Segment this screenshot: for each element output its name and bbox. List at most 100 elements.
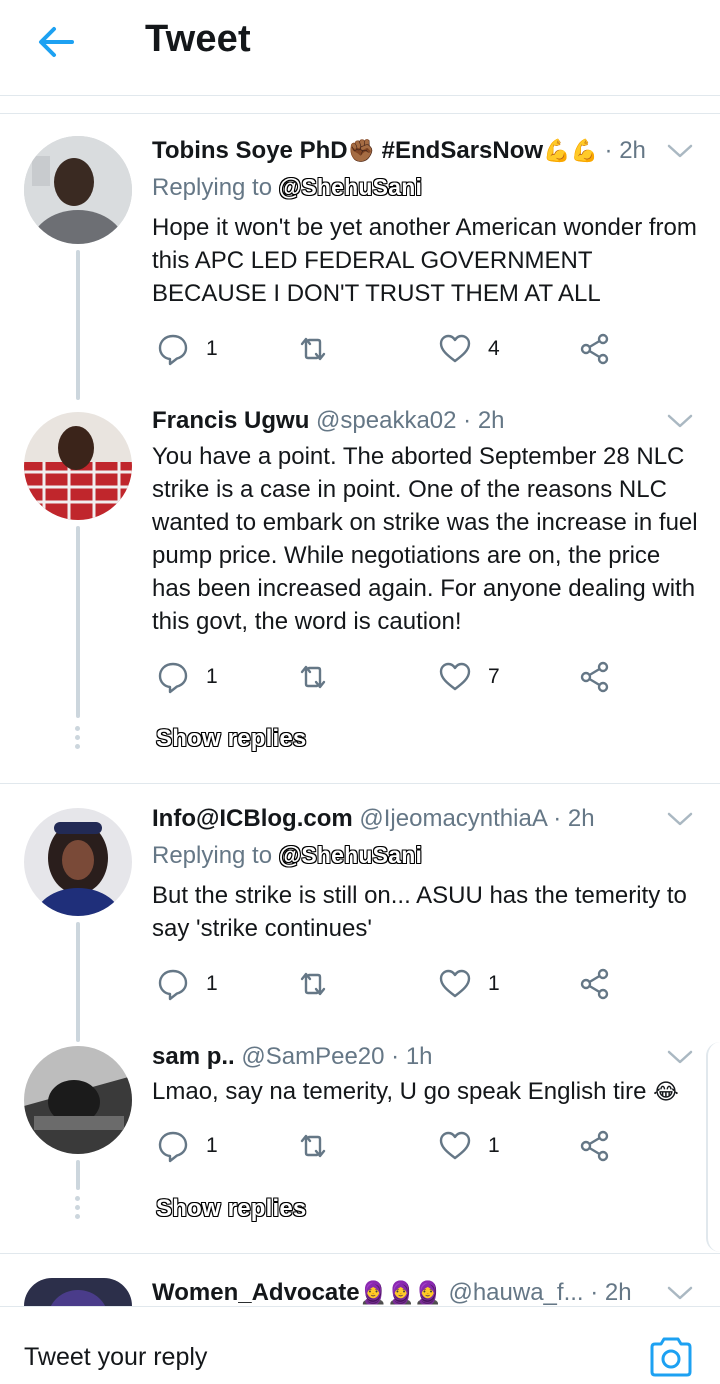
- tweet-header: Francis Ugwu @speakka02 · 2h: [152, 406, 505, 436]
- reply-count: 1: [206, 972, 218, 995]
- share-button[interactable]: [578, 329, 612, 369]
- timestamp: 2h: [619, 137, 646, 164]
- timestamp: 1h: [405, 1043, 433, 1070]
- author-handle[interactable]: @speakka02: [316, 407, 456, 434]
- share-button[interactable]: [578, 964, 612, 1004]
- share-button[interactable]: [578, 657, 612, 697]
- reply-button[interactable]: 1: [156, 329, 218, 369]
- divider: [0, 1253, 720, 1254]
- scroll-indicator[interactable]: [706, 1042, 720, 1252]
- divider: [0, 783, 720, 784]
- author-handle[interactable]: @IjeomacynthiaA: [359, 805, 546, 832]
- tweet-text: You have a point. The aborted September …: [152, 443, 698, 635]
- retweet-button[interactable]: [296, 964, 330, 1004]
- chevron-down-icon[interactable]: [664, 804, 696, 834]
- reply-button[interactable]: 1: [156, 964, 218, 1004]
- like-count: 1: [488, 972, 500, 995]
- like-button[interactable]: 1: [438, 1126, 500, 1166]
- retweet-icon: [300, 337, 326, 361]
- thread-line: [76, 526, 80, 718]
- author-handle[interactable]: @hauwa_f...: [448, 1279, 583, 1306]
- timestamp: 2h: [477, 407, 505, 434]
- reply-count: 1: [206, 665, 218, 688]
- tweet-header: sam p.. @SamPee20 · 1h: [152, 1042, 433, 1072]
- thread-dots: [75, 1196, 81, 1223]
- share-icon: [580, 1130, 609, 1162]
- share-icon: [580, 661, 609, 693]
- reply-button[interactable]: 1: [156, 1126, 218, 1166]
- thread-line: [76, 1160, 80, 1190]
- retweet-icon: [300, 972, 326, 996]
- retweet-icon: [300, 1134, 326, 1158]
- tweet-text: Lmao, say na temerity, U go speak Englis…: [152, 1075, 702, 1109]
- thread-line: [76, 250, 80, 400]
- tweet-header: Tobins Soye PhD✊🏾 #EndSarsNow💪💪 · 2h: [152, 136, 646, 167]
- replying-to: Replying to @ShehuSani: [152, 172, 422, 203]
- chevron-down-icon[interactable]: [664, 1042, 696, 1072]
- separator-dot: ·: [391, 1043, 400, 1070]
- share-icon: [580, 968, 609, 1000]
- author-name[interactable]: Women_Advocate: [152, 1279, 360, 1306]
- heart-icon: [439, 969, 471, 998]
- chevron-down-icon[interactable]: [664, 136, 696, 166]
- heart-icon: [439, 662, 471, 691]
- reply-count: 1: [206, 1134, 218, 1157]
- separator-dot: ·: [590, 1279, 599, 1306]
- chevron-down-icon[interactable]: [664, 406, 696, 436]
- avatar[interactable]: [24, 1278, 132, 1306]
- hashtag[interactable]: #EndSarsNow: [382, 137, 543, 164]
- like-button[interactable]: 4: [438, 329, 500, 369]
- camera-icon[interactable]: [648, 1335, 694, 1379]
- tweet-text: Hope it won't be yet another American wo…: [152, 214, 697, 307]
- avatar[interactable]: [24, 136, 132, 244]
- laughing-emoji: 😂: [653, 1080, 679, 1105]
- tweet-text: But the strike is still on... ASUU has t…: [152, 882, 687, 942]
- tweet-actions: 1 4: [152, 329, 672, 369]
- comment-bubble-icon: [158, 969, 188, 1001]
- show-replies-link[interactable]: Show replies: [156, 1195, 306, 1223]
- chevron-down-icon[interactable]: [664, 1278, 696, 1308]
- comment-bubble-icon: [158, 662, 188, 694]
- tweet-actions: 1 7: [152, 657, 672, 697]
- reply-button[interactable]: 1: [156, 657, 218, 697]
- retweet-icon: [300, 665, 326, 689]
- retweet-button[interactable]: [296, 1126, 330, 1166]
- separator-dot: ·: [553, 805, 562, 832]
- reply-composer[interactable]: Tweet your reply: [0, 1306, 720, 1384]
- replying-to-label: Replying to: [152, 174, 273, 201]
- mention-link[interactable]: @ShehuSani: [279, 174, 422, 200]
- divider: [0, 95, 720, 96]
- author-name[interactable]: Info@ICBlog.com: [152, 805, 353, 832]
- retweet-button[interactable]: [296, 657, 330, 697]
- avatar[interactable]: [24, 808, 132, 916]
- tweet-header: Info@ICBlog.com @IjeomacynthiaA · 2h: [152, 804, 595, 834]
- reply-input[interactable]: Tweet your reply: [24, 1343, 207, 1372]
- author-name[interactable]: Tobins Soye PhD: [152, 137, 348, 164]
- separator-dot: ·: [604, 137, 613, 164]
- retweet-button[interactable]: [296, 329, 330, 369]
- share-button[interactable]: [578, 1126, 612, 1166]
- page-title: Tweet: [145, 18, 251, 60]
- thread-line: [76, 922, 80, 1042]
- author-handle[interactable]: @SamPee20: [241, 1043, 384, 1070]
- mention-link[interactable]: @ShehuSani: [279, 842, 422, 868]
- comment-bubble-icon: [158, 1131, 188, 1163]
- tweet-actions: 1 1: [152, 964, 672, 1004]
- avatar[interactable]: [24, 412, 132, 520]
- replying-to-label: Replying to: [152, 842, 273, 869]
- author-name[interactable]: Francis Ugwu: [152, 407, 309, 434]
- timestamp: 2h: [604, 1279, 632, 1306]
- separator-dot: ·: [463, 407, 472, 434]
- avatar[interactable]: [24, 1046, 132, 1154]
- like-button[interactable]: 7: [438, 657, 500, 697]
- author-name[interactable]: sam p..: [152, 1043, 235, 1070]
- thread-dots: [75, 726, 81, 753]
- like-button[interactable]: 1: [438, 964, 500, 1004]
- back-arrow-icon[interactable]: [34, 20, 78, 64]
- like-count: 1: [488, 1134, 500, 1157]
- show-replies-link[interactable]: Show replies: [156, 725, 306, 753]
- heart-icon: [439, 1131, 471, 1160]
- divider: [0, 113, 720, 114]
- hashtag-emoji: 💪💪: [543, 139, 598, 164]
- name-emoji: ✊🏾: [347, 139, 375, 164]
